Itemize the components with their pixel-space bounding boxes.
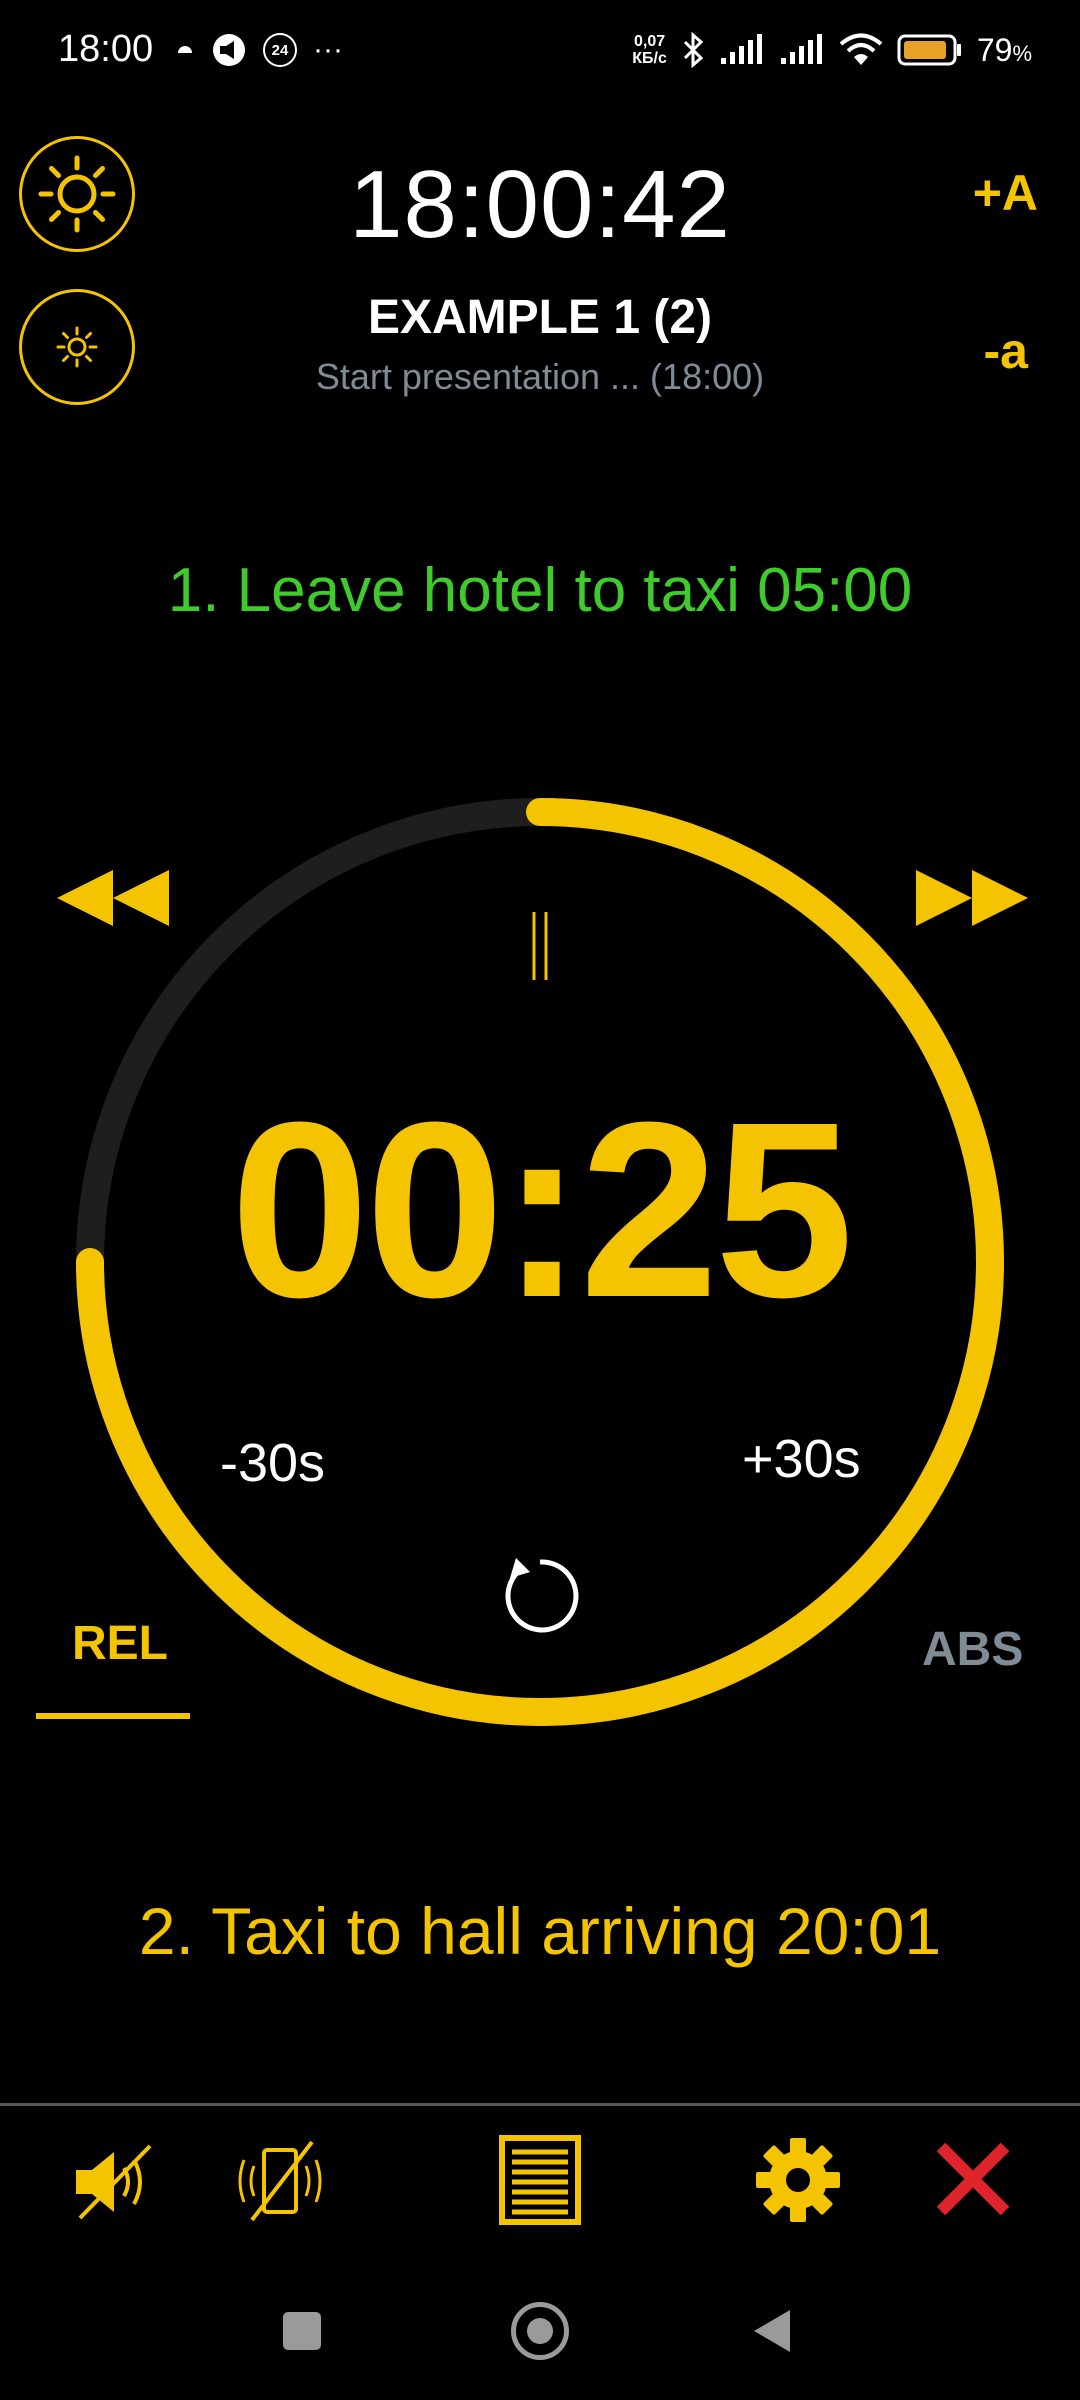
vibrate-off-icon [238, 2140, 322, 2222]
pause-icon[interactable] [526, 910, 554, 982]
back-icon[interactable] [752, 2308, 792, 2354]
plus-30s-button[interactable]: +30s [742, 1428, 861, 1490]
tab-rel-underline [36, 1713, 190, 1719]
nav-bar [0, 2280, 1080, 2400]
home-dot [527, 2318, 553, 2344]
minus-30s-button[interactable]: -30s [220, 1432, 325, 1494]
toolbar-divider [0, 2103, 1080, 2106]
fast-forward-icon[interactable] [916, 870, 1028, 926]
home-button[interactable] [511, 2302, 569, 2360]
close-button[interactable] [928, 2134, 1018, 2224]
countdown-display[interactable]: 00:25 [0, 1085, 1080, 1335]
vibrate-toggle-button[interactable] [232, 2134, 328, 2230]
list-icon [499, 2135, 581, 2225]
tab-rel[interactable]: REL [72, 1616, 168, 1671]
recent-apps-button[interactable] [283, 2312, 321, 2350]
rewind-icon[interactable] [57, 870, 169, 926]
close-icon [936, 2142, 1010, 2216]
sound-toggle-button[interactable] [66, 2134, 162, 2230]
reset-icon[interactable] [496, 1552, 584, 1640]
next-step-label: 2. Taxi to hall arriving 20:01 [138, 1894, 942, 1968]
step-list-button[interactable] [494, 2132, 586, 2228]
gear-icon [756, 2138, 840, 2222]
settings-button[interactable] [752, 2134, 844, 2226]
tab-abs[interactable]: ABS [922, 1622, 1023, 1677]
speaker-muted-icon [76, 2144, 152, 2220]
